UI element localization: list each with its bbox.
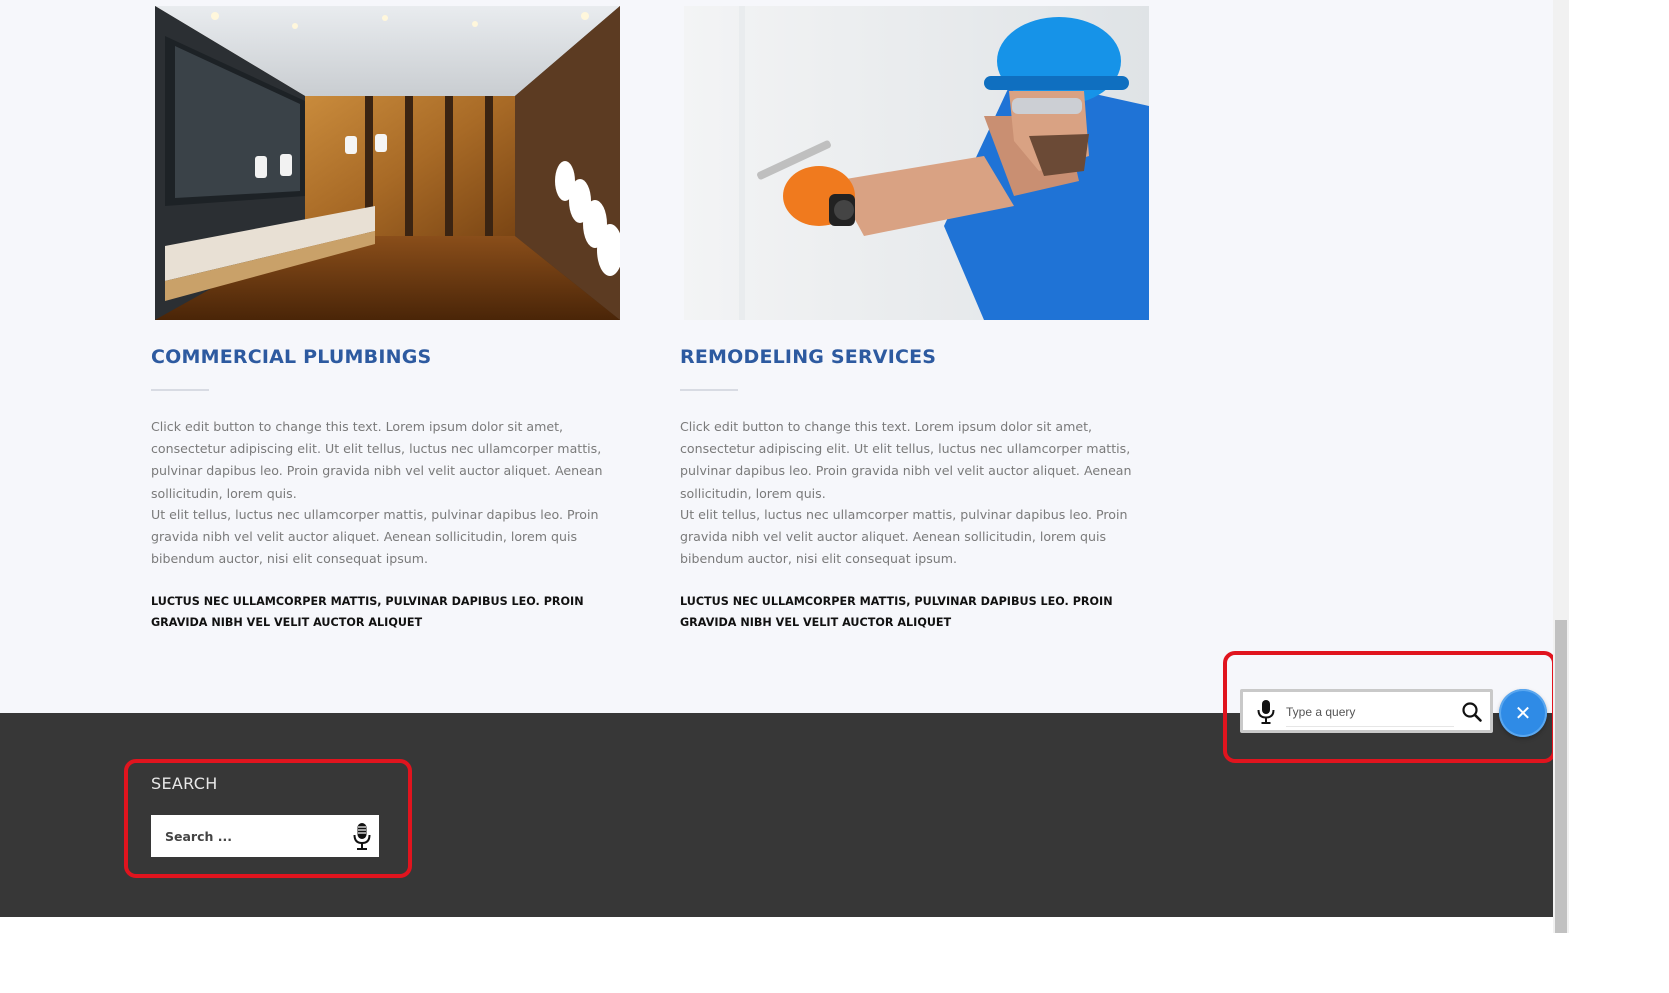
search-icon[interactable] <box>1461 701 1483 723</box>
card-paragraph: Click edit button to change this text. L… <box>151 419 603 501</box>
card-paragraph: Ut elit tellus, luctus nec ullamcorper m… <box>680 507 1128 567</box>
footer-search-form <box>151 815 379 857</box>
input-underline <box>1286 726 1454 727</box>
services-section: COMMERCIAL PLUMBINGS Click edit button t… <box>0 0 1553 713</box>
title-divider <box>680 389 738 391</box>
title-divider <box>151 389 209 391</box>
window-margin <box>1569 0 1669 993</box>
footer-search-input[interactable] <box>165 815 345 857</box>
card-emphasis-text: LUCTUS NEC ULLAMCORPER MATTIS, PULVINAR … <box>151 595 584 629</box>
card-title: REMODELING SERVICES <box>680 346 937 368</box>
card-paragraph: Click edit button to change this text. L… <box>680 419 1132 501</box>
vertical-scrollbar[interactable] <box>1553 0 1569 933</box>
card-emphasis-text: LUCTUS NEC ULLAMCORPER MATTIS, PULVINAR … <box>680 595 1113 629</box>
footer-search-heading: SEARCH <box>151 774 218 793</box>
commercial-restroom-image <box>155 6 620 320</box>
close-icon: ✕ <box>1514 701 1532 725</box>
card-title: COMMERCIAL PLUMBINGS <box>151 346 432 368</box>
voice-query-input[interactable] <box>1286 700 1454 724</box>
remodeling-worker-image <box>684 6 1149 320</box>
card-paragraph: Ut elit tellus, luctus nec ullamcorper m… <box>151 507 599 567</box>
page: COMMERCIAL PLUMBINGS Click edit button t… <box>0 0 1553 993</box>
microphone-icon[interactable] <box>1255 699 1277 725</box>
microphone-icon[interactable] <box>347 820 377 852</box>
close-button[interactable]: ✕ <box>1499 689 1547 737</box>
voice-search-bar <box>1240 689 1493 733</box>
scrollbar-thumb[interactable] <box>1555 620 1567 933</box>
